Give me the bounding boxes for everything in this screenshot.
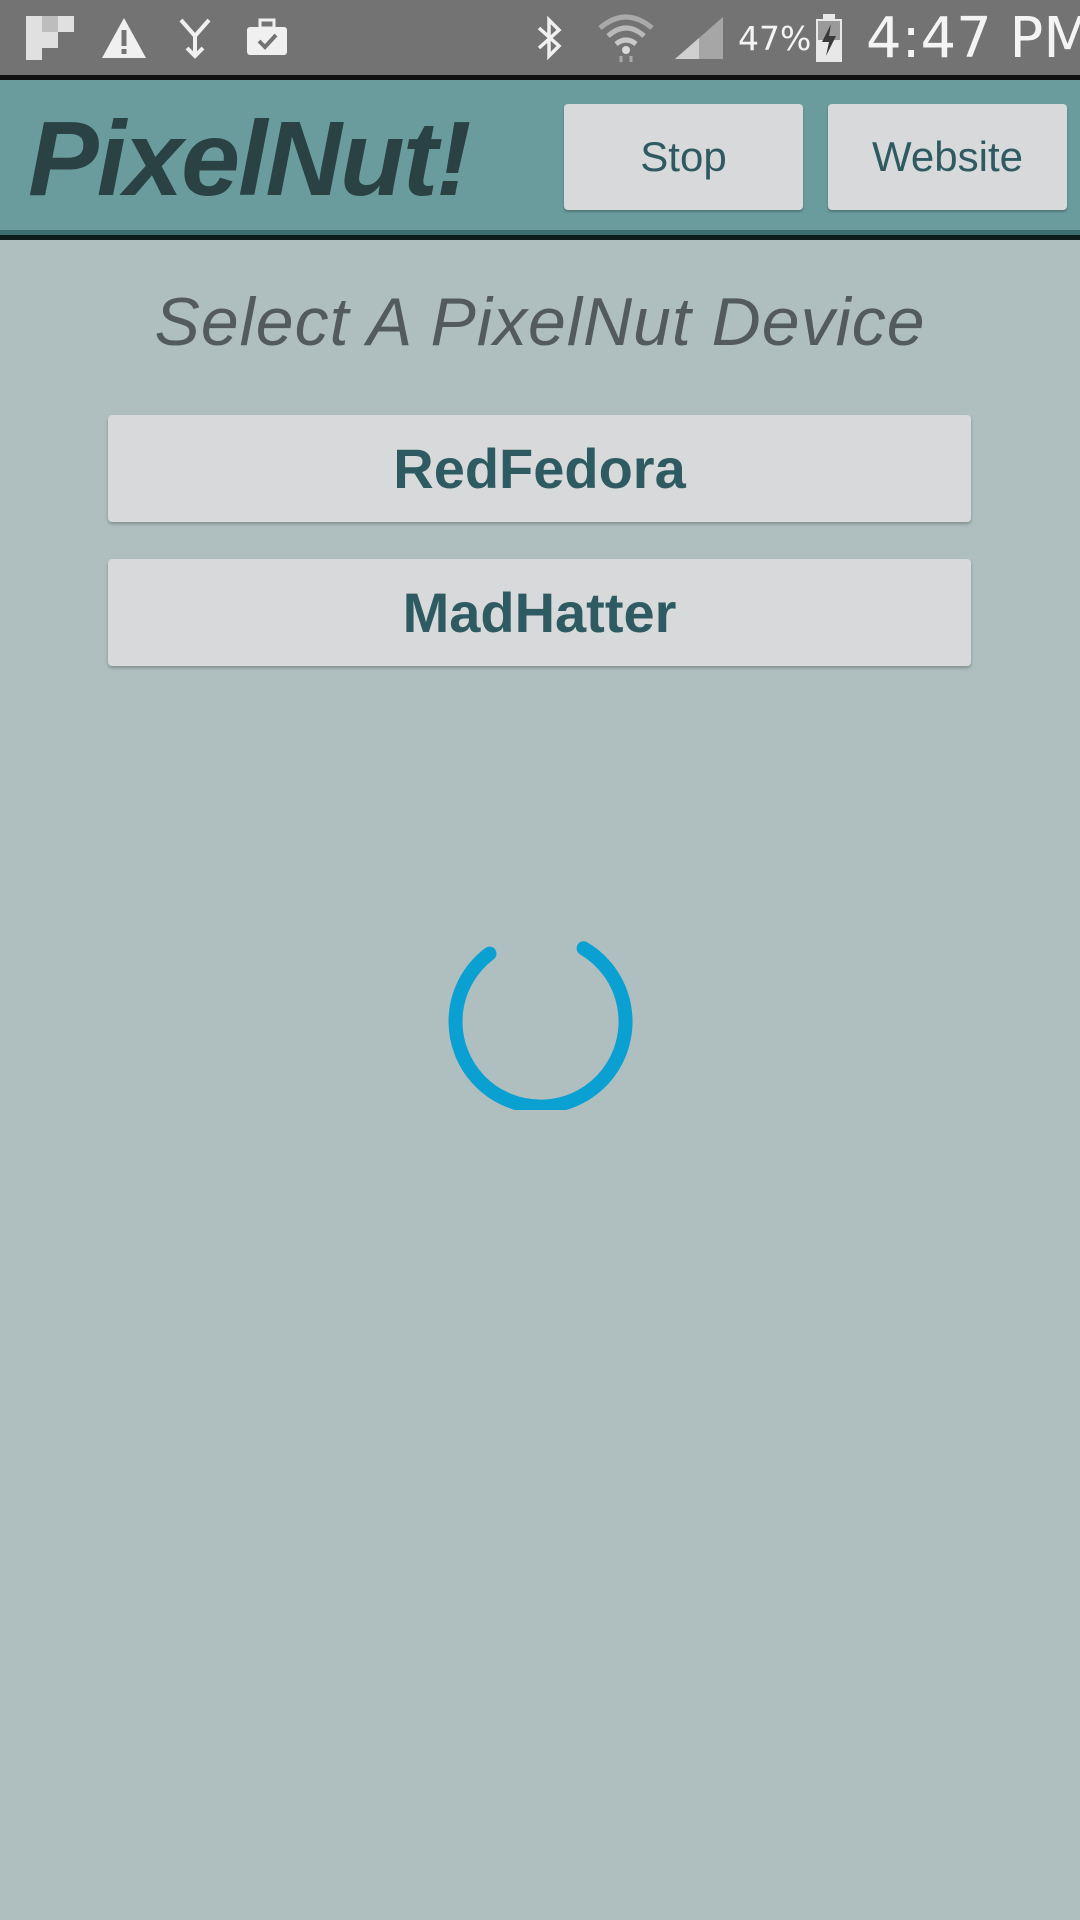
page-heading: Select A PixelNut Device [154,284,926,360]
signal-icon [670,0,728,75]
briefcase-icon [242,0,292,75]
loading-spinner [440,910,640,1114]
warning-icon [98,0,150,75]
app-title: PixelNut! [28,100,471,218]
usb-icon [172,0,218,75]
stop-button[interactable]: Stop [564,104,803,210]
spinner-arc [448,941,633,1114]
status-bar: 47% 4:47 PM [0,0,1080,75]
flipboard-icon [22,0,78,75]
wifi-icon [594,0,658,75]
device-button-madhatter[interactable]: MadHatter [108,559,971,666]
website-button[interactable]: Website [828,104,1067,210]
battery-charging-icon [812,0,846,75]
app-bar: PixelNut! Stop Website [0,75,1080,240]
status-clock: 4:47 PM [866,6,1080,71]
battery-percent: 47% [738,19,812,58]
device-button-redfedora[interactable]: RedFedora [108,415,971,522]
bluetooth-icon [530,0,570,75]
